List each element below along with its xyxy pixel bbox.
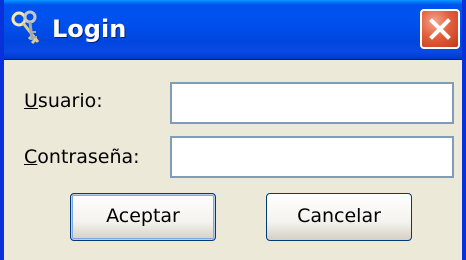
close-button[interactable] (420, 9, 460, 49)
password-label: Contraseña: (24, 146, 140, 168)
window-title: Login (52, 15, 127, 43)
username-input[interactable] (170, 82, 454, 124)
title-bar[interactable]: Login (4, 0, 462, 60)
keys-icon (10, 10, 46, 48)
cancel-button[interactable]: Cancelar (266, 193, 412, 241)
login-dialog: Login Usuario: Contraseña: Aceptar Cance… (0, 0, 466, 260)
close-icon (429, 18, 451, 40)
username-label: Usuario: (24, 90, 103, 112)
accept-button[interactable]: Aceptar (70, 193, 216, 241)
password-input[interactable] (170, 136, 454, 178)
